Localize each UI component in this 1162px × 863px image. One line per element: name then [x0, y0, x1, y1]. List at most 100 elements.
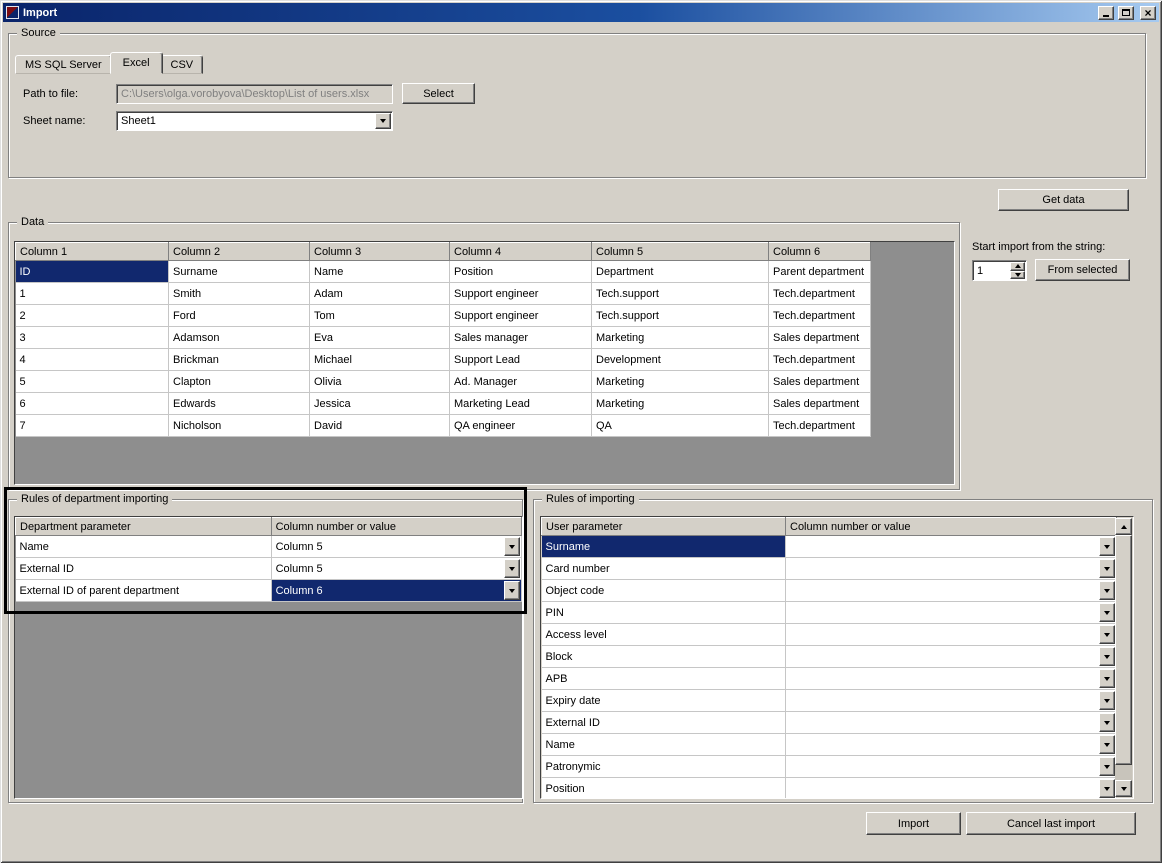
table-cell[interactable]: 3 [16, 327, 169, 349]
table-cell[interactable]: Olivia [310, 371, 450, 393]
table-cell[interactable]: Michael [310, 349, 450, 371]
vertical-scrollbar[interactable] [1115, 518, 1132, 797]
chevron-down-icon[interactable] [1099, 625, 1115, 644]
table-cell[interactable]: Edwards [169, 393, 310, 415]
table-cell[interactable]: Brickman [169, 349, 310, 371]
table-cell[interactable]: 2 [16, 305, 169, 327]
cancel-last-import-button[interactable]: Cancel last import [966, 812, 1136, 835]
parameter-cell[interactable]: APB [542, 668, 786, 690]
parameter-cell[interactable]: PIN [542, 602, 786, 624]
table-cell[interactable]: Sales department [769, 371, 871, 393]
table-cell[interactable]: Marketing Lead [450, 393, 592, 415]
parameter-cell[interactable]: Object code [542, 580, 786, 602]
table-cell[interactable]: Name [310, 261, 450, 283]
chevron-down-icon[interactable] [1099, 537, 1115, 556]
tab-ms-sql-server[interactable]: MS SQL Server [15, 55, 112, 74]
chevron-down-icon[interactable] [504, 559, 520, 578]
get-data-button[interactable]: Get data [998, 189, 1129, 211]
column-value-dropdown[interactable] [786, 536, 1116, 557]
chevron-down-icon[interactable] [1099, 713, 1115, 732]
chevron-down-icon[interactable] [1099, 647, 1115, 666]
table-cell[interactable]: Marketing [592, 371, 769, 393]
table-cell[interactable]: Sales manager [450, 327, 592, 349]
column-value-dropdown[interactable] [786, 624, 1116, 645]
table-cell[interactable]: Parent department [769, 261, 871, 283]
table-cell[interactable]: Surname [169, 261, 310, 283]
table-cell[interactable]: 5 [16, 371, 169, 393]
parameter-cell[interactable]: External ID [16, 558, 272, 580]
table-cell[interactable]: QA [592, 415, 769, 437]
tab-csv[interactable]: CSV [161, 55, 204, 74]
table-cell[interactable]: Department [592, 261, 769, 283]
table-cell[interactable]: Tech.support [592, 305, 769, 327]
column-value-dropdown[interactable] [786, 778, 1116, 799]
column-value-dropdown[interactable] [786, 690, 1116, 711]
close-button[interactable]: × [1140, 6, 1156, 20]
table-cell[interactable]: Tom [310, 305, 450, 327]
parameter-cell[interactable]: Card number [542, 558, 786, 580]
chevron-down-icon[interactable] [1099, 559, 1115, 578]
column-header[interactable]: Column 3 [310, 243, 450, 261]
sheet-chevron-down-icon[interactable] [375, 113, 391, 129]
table-cell[interactable]: ID [16, 261, 169, 283]
table-cell[interactable]: Ad. Manager [450, 371, 592, 393]
table-cell[interactable]: Jessica [310, 393, 450, 415]
parameter-cell[interactable]: Position [542, 778, 786, 800]
column-value-dropdown[interactable]: Column 6 [272, 580, 521, 601]
table-cell[interactable]: Marketing [592, 327, 769, 349]
scrollbar-up-button[interactable] [1115, 518, 1132, 535]
spinner-up-button[interactable] [1010, 262, 1025, 271]
maximize-button[interactable] [1118, 6, 1134, 20]
table-cell[interactable]: 4 [16, 349, 169, 371]
table-cell[interactable]: Support Lead [450, 349, 592, 371]
column-value-dropdown[interactable] [786, 580, 1116, 601]
table-cell[interactable]: Support engineer [450, 283, 592, 305]
from-selected-button[interactable]: From selected [1035, 259, 1130, 281]
chevron-down-icon[interactable] [1099, 735, 1115, 754]
column-header[interactable]: Column 6 [769, 243, 871, 261]
table-cell[interactable]: Sales department [769, 393, 871, 415]
table-cell[interactable]: Adam [310, 283, 450, 305]
parameter-cell[interactable]: Name [16, 536, 272, 558]
column-header[interactable]: Column 4 [450, 243, 592, 261]
table-cell[interactable]: 6 [16, 393, 169, 415]
column-value-dropdown[interactable] [786, 712, 1116, 733]
column-value-dropdown[interactable] [786, 646, 1116, 667]
table-cell[interactable]: Clapton [169, 371, 310, 393]
table-cell[interactable]: David [310, 415, 450, 437]
column-value-dropdown[interactable] [786, 756, 1116, 777]
table-cell[interactable]: Sales department [769, 327, 871, 349]
start-row-input[interactable] [973, 261, 1009, 280]
parameter-cell[interactable]: Surname [542, 536, 786, 558]
table-cell[interactable]: Nicholson [169, 415, 310, 437]
table-cell[interactable]: Position [450, 261, 592, 283]
column-value-dropdown[interactable] [786, 558, 1116, 579]
chevron-down-icon[interactable] [1099, 779, 1115, 798]
parameter-cell[interactable]: Name [542, 734, 786, 756]
parameter-cell[interactable]: External ID [542, 712, 786, 734]
chevron-down-icon[interactable] [1099, 757, 1115, 776]
table-cell[interactable]: 7 [16, 415, 169, 437]
table-cell[interactable]: Marketing [592, 393, 769, 415]
chevron-down-icon[interactable] [1099, 669, 1115, 688]
scrollbar-down-button[interactable] [1115, 780, 1132, 797]
chevron-down-icon[interactable] [1099, 691, 1115, 710]
table-cell[interactable]: Eva [310, 327, 450, 349]
table-cell[interactable]: Tech.department [769, 349, 871, 371]
chevron-down-icon[interactable] [504, 581, 520, 600]
chevron-down-icon[interactable] [1099, 603, 1115, 622]
table-cell[interactable]: Tech.department [769, 305, 871, 327]
table-cell[interactable]: Development [592, 349, 769, 371]
column-value-dropdown[interactable]: Column 5 [272, 536, 521, 557]
parameter-cell[interactable]: Block [542, 646, 786, 668]
parameter-cell[interactable]: Access level [542, 624, 786, 646]
column-value-dropdown[interactable] [786, 668, 1116, 689]
select-button[interactable]: Select [402, 83, 475, 104]
table-cell[interactable]: Adamson [169, 327, 310, 349]
table-cell[interactable]: Tech.department [769, 283, 871, 305]
sheet-name-combobox[interactable]: Sheet1 [116, 111, 393, 131]
table-cell[interactable]: Tech.support [592, 283, 769, 305]
parameter-cell[interactable]: Expiry date [542, 690, 786, 712]
table-cell[interactable]: QA engineer [450, 415, 592, 437]
minimize-button[interactable] [1098, 6, 1114, 20]
